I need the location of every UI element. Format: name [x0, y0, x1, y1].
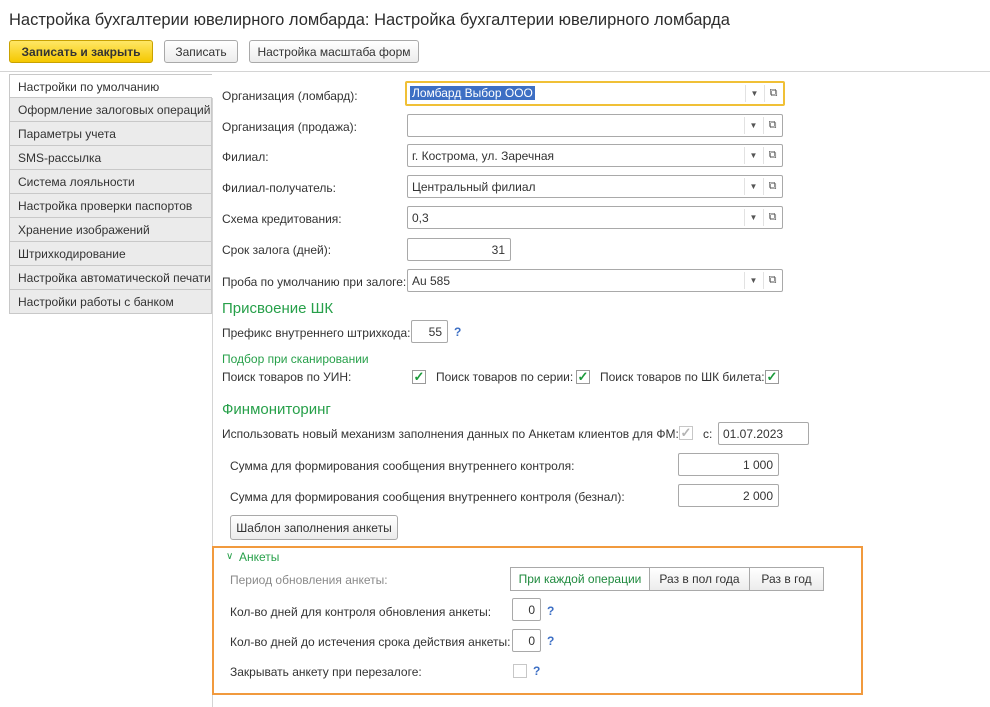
- period-option-each-operation[interactable]: При каждой операции: [510, 567, 650, 591]
- barcode-prefix-label: Префикс внутреннего штрихкода:: [222, 326, 411, 340]
- page-title: Настройка бухгалтерии ювелирного ломбард…: [9, 11, 730, 29]
- save-and-close-button[interactable]: Записать и закрыть: [9, 40, 153, 63]
- tab-loyalty[interactable]: Система лояльности: [9, 170, 212, 194]
- questionnaires-section-title[interactable]: Анкеты: [239, 550, 279, 564]
- branch-value: г. Кострома, ул. Заречная: [412, 149, 555, 163]
- tab-label: Оформление залоговых операций: [18, 103, 211, 117]
- tab-label: SMS-рассылка: [18, 151, 102, 165]
- branch-recv-label: Филиал-получатель:: [222, 181, 336, 195]
- help-icon[interactable]: ?: [547, 604, 554, 618]
- branch-recv-field[interactable]: Центральный филиал ▼ ⧉: [407, 175, 783, 198]
- tab-label: Настройка автоматической печати: [18, 271, 211, 285]
- tab-label: Штрихкодирование: [18, 247, 126, 261]
- dropdown-icon[interactable]: ▼: [744, 147, 762, 164]
- from-date-value: 01.07.2023: [723, 427, 784, 441]
- credit-scheme-label: Схема кредитования:: [222, 212, 342, 226]
- open-icon[interactable]: ⧉: [764, 85, 782, 102]
- chevron-down-icon[interactable]: ∨: [226, 551, 233, 562]
- dropdown-icon[interactable]: ▼: [745, 85, 763, 102]
- branch-field[interactable]: г. Кострома, ул. Заречная ▼ ⧉: [407, 144, 783, 167]
- tab-label: Настройки работы с банком: [18, 295, 174, 309]
- help-icon[interactable]: ?: [533, 664, 540, 678]
- tab-label: Хранение изображений: [18, 223, 150, 237]
- org-sale-label: Организация (продажа):: [222, 120, 357, 134]
- open-icon[interactable]: ⧉: [763, 209, 781, 226]
- control-days-label: Кол-во дней для контроля обновления анке…: [230, 605, 492, 619]
- pledge-term-input[interactable]: 31: [407, 238, 511, 261]
- tab-label: Настройки по умолчанию: [18, 80, 160, 94]
- close-on-repledge-label: Закрывать анкету при перезалоге:: [230, 665, 422, 679]
- tab-default-settings[interactable]: Настройки по умолчанию: [9, 74, 212, 98]
- tab-barcoding[interactable]: Штрихкодирование: [9, 242, 212, 266]
- default-probe-label: Проба по умолчанию при залоге:: [222, 275, 407, 289]
- sum-input[interactable]: 1 000: [678, 453, 779, 476]
- tab-accounting-params[interactable]: Параметры учета: [9, 122, 212, 146]
- search-ticket-label: Поиск товаров по ШК билета:: [600, 370, 765, 384]
- open-icon[interactable]: ⧉: [763, 272, 781, 289]
- org-pawn-field[interactable]: Ломбард Выбор ООО ▼ ⧉: [405, 81, 785, 106]
- open-icon[interactable]: ⧉: [763, 178, 781, 195]
- help-icon[interactable]: ?: [547, 634, 554, 648]
- from-date-input[interactable]: 01.07.2023: [718, 422, 809, 445]
- expire-days-input[interactable]: 0: [512, 629, 541, 652]
- branch-label: Филиал:: [222, 150, 269, 164]
- form-scale-button[interactable]: Настройка масштаба форм: [249, 40, 419, 63]
- new-mechanism-label: Использовать новый механизм заполнения д…: [222, 427, 679, 441]
- credit-scheme-field[interactable]: 0,3 ▼ ⧉: [407, 206, 783, 229]
- pledge-term-label: Срок залога (дней):: [222, 243, 332, 257]
- tab-label: Параметры учета: [18, 127, 116, 141]
- questionnaire-template-button[interactable]: Шаблон заполнения анкеты: [230, 515, 398, 540]
- new-mechanism-checkbox[interactable]: ✓: [679, 426, 693, 440]
- tab-image-storage[interactable]: Хранение изображений: [9, 218, 212, 242]
- save-button[interactable]: Записать: [164, 40, 238, 63]
- org-pawn-value: Ломбард Выбор ООО: [410, 86, 535, 100]
- tab-label: Настройка проверки паспортов: [18, 199, 193, 213]
- barcode-prefix-input[interactable]: 55: [411, 320, 448, 343]
- dropdown-icon[interactable]: ▼: [744, 272, 762, 289]
- dropdown-icon[interactable]: ▼: [744, 117, 762, 134]
- expire-days-label: Кол-во дней до истечения срока действия …: [230, 635, 511, 649]
- credit-scheme-value: 0,3: [412, 211, 429, 225]
- search-ticket-checkbox[interactable]: ✓: [765, 370, 779, 384]
- period-label: Период обновления анкеты:: [230, 573, 388, 587]
- tab-bank[interactable]: Настройки работы с банком: [9, 290, 212, 314]
- tab-pledge-operations[interactable]: Оформление залоговых операций: [9, 98, 212, 122]
- search-series-label: Поиск товаров по серии:: [436, 370, 574, 384]
- control-days-input[interactable]: 0: [512, 598, 541, 621]
- sum-cashless-label: Сумма для формирования сообщения внутрен…: [230, 490, 625, 504]
- tab-passport-check[interactable]: Настройка проверки паспортов: [9, 194, 212, 218]
- org-pawn-label: Организация (ломбард):: [222, 89, 358, 103]
- tab-label: Система лояльности: [18, 175, 135, 189]
- help-icon[interactable]: ?: [454, 325, 461, 339]
- search-series-checkbox[interactable]: ✓: [576, 370, 590, 384]
- scan-subsection-title: Подбор при сканировании: [222, 352, 369, 366]
- open-icon[interactable]: ⧉: [763, 117, 781, 134]
- dropdown-icon[interactable]: ▼: [744, 178, 762, 195]
- period-option-year[interactable]: Раз в год: [749, 567, 824, 591]
- search-uin-label: Поиск товаров по УИН:: [222, 370, 352, 384]
- dropdown-icon[interactable]: ▼: [744, 209, 762, 226]
- close-on-repledge-checkbox[interactable]: [513, 664, 527, 678]
- sum-cashless-input[interactable]: 2 000: [678, 484, 779, 507]
- period-option-half-year[interactable]: Раз в пол года: [649, 567, 750, 591]
- from-label: с:: [703, 427, 713, 441]
- tab-sms[interactable]: SMS-рассылка: [9, 146, 212, 170]
- divider: [0, 71, 990, 72]
- barcode-section-title: Присвоение ШК: [222, 300, 334, 317]
- branch-recv-value: Центральный филиал: [412, 180, 536, 194]
- sum-label: Сумма для формирования сообщения внутрен…: [230, 459, 575, 473]
- tab-auto-print[interactable]: Настройка автоматической печати: [9, 266, 212, 290]
- default-probe-value: Au 585: [412, 274, 451, 288]
- org-sale-field[interactable]: ▼ ⧉: [407, 114, 783, 137]
- search-uin-checkbox[interactable]: ✓: [412, 370, 426, 384]
- open-icon[interactable]: ⧉: [763, 147, 781, 164]
- finmon-section-title: Финмониторинг: [222, 401, 331, 418]
- default-probe-field[interactable]: Au 585 ▼ ⧉: [407, 269, 783, 292]
